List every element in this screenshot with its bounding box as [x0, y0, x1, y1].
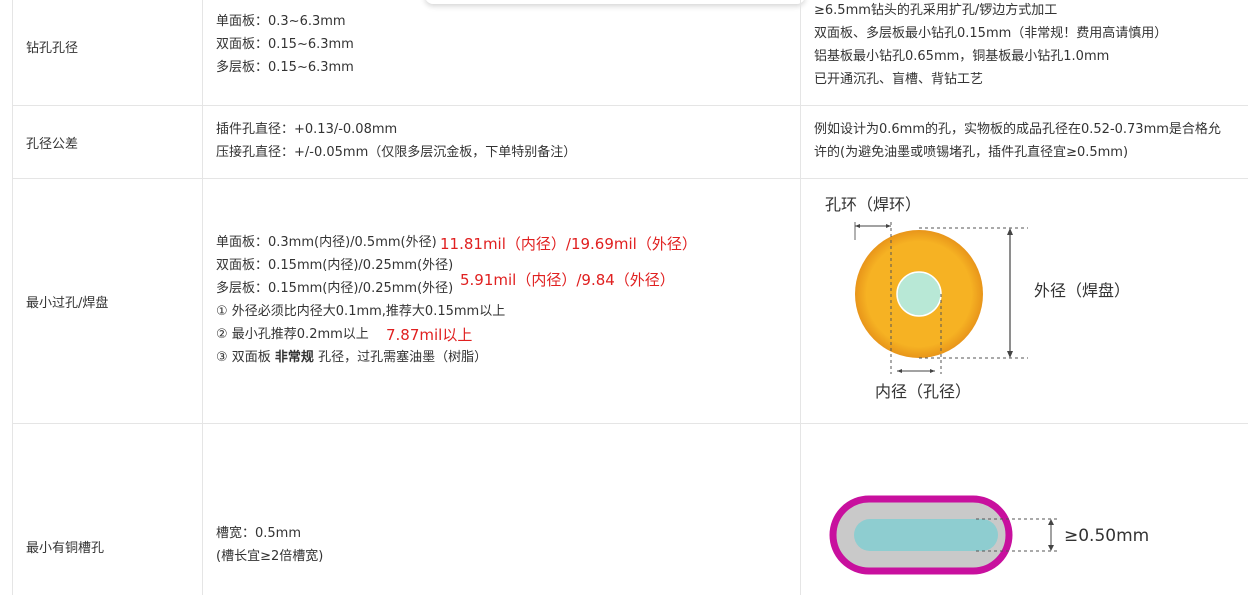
inner-label: 内径（孔径）	[875, 382, 971, 401]
row-label: 孔径公差	[26, 137, 79, 152]
note-line: 双面板、多层板最小钻孔0.15mm（非常规！费用高请慎用）	[814, 26, 1168, 41]
spec-line: 槽宽：0.5mm	[216, 526, 302, 541]
slot-dimension-label: ≥0.50mm	[1064, 526, 1149, 546]
spec-text: ③ 双面板	[216, 350, 275, 365]
emphasis-text: 非常规	[274, 350, 314, 365]
spec-table: 钻孔孔径 单面板：0.3~6.3mm 双面板：0.15~6.3mm 多层板：0.…	[12, 0, 1248, 595]
spec-line: 双面板：0.15mm(内径)/0.25mm(外径)	[216, 258, 454, 273]
row-label: 最小过孔/焊盘	[26, 296, 109, 311]
spec-line: 多层板：0.15~6.3mm	[216, 60, 354, 75]
ring-label: 孔环（焊环）	[825, 195, 921, 214]
spec-line: 单面板：0.3mm(内径)/0.5mm(外径)	[216, 235, 437, 250]
spec-line: 单面板：0.3~6.3mm	[216, 14, 346, 29]
red-note: 5.91mil（内径）/9.84（外径）	[460, 271, 675, 289]
arrow-head	[1007, 228, 1013, 235]
spec-line: ② 最小孔推荐0.2mm以上	[216, 327, 369, 342]
spec-line: (槽长宜≥2倍槽宽)	[216, 549, 324, 564]
arrow-head	[886, 224, 891, 228]
spec-line: 双面板：0.15~6.3mm	[216, 37, 354, 52]
spec-line: 插件孔直径：+0.13/-0.08mm	[216, 122, 398, 137]
note-line: 例如设计为0.6mm的孔，实物板的成品孔径在0.52-0.73mm是合格允	[814, 122, 1221, 137]
note-line: 许的(为避免油墨或喷锡堵孔，插件孔直径宜≥0.5mm)	[814, 145, 1129, 160]
arrow-head	[1048, 545, 1054, 551]
note-line: ≥6.5mm钻头的孔采用扩孔/锣边方式加工	[814, 3, 1058, 18]
red-note: 7.87mil以上	[386, 326, 473, 344]
arrow-head	[855, 224, 860, 228]
spec-line: 压接孔直径：+/-0.05mm（仅限多层沉金板，下单特别备注）	[216, 145, 577, 160]
row-label: 最小有铜槽孔	[26, 541, 105, 556]
row-label: 钻孔孔径	[26, 41, 79, 56]
slot-diagram: ≥0.50mm	[829, 495, 1149, 575]
via-pad-diagram: 孔环（焊环） 外径（焊盘） 内径（孔径）	[825, 195, 1130, 401]
arrow-head	[897, 369, 902, 373]
arrow-head	[1007, 351, 1013, 358]
column-divider-1	[202, 0, 203, 595]
arrow-head	[1048, 519, 1054, 525]
outer-label: 外径（焊盘）	[1034, 281, 1130, 300]
slot-copper	[854, 519, 998, 551]
table-border-left	[12, 0, 13, 595]
note-line: 铝基板最小钻孔0.65mm，铜基板最小钻孔1.0mm	[814, 49, 1110, 64]
red-note: 11.81mil（内径）/19.69mil（外径）	[440, 235, 697, 253]
hole-circle	[896, 271, 942, 317]
arrow-head	[930, 369, 935, 373]
note-line: 已开通沉孔、盲槽、背钻工艺	[814, 72, 984, 87]
spec-line: ① 外径必须比内径大0.1mm,推荐大0.15mm以上	[216, 304, 506, 319]
spec-text: 孔径，过孔需塞油墨（树脂）	[313, 350, 488, 365]
spec-line: 多层板：0.15mm(内径)/0.25mm(外径)	[216, 281, 454, 296]
spec-line-mixed: ③ 双面板 非常规 孔径，过孔需塞油墨（树脂）	[216, 349, 487, 367]
row-divider-1	[12, 105, 1248, 106]
row-divider-3	[12, 423, 1248, 424]
